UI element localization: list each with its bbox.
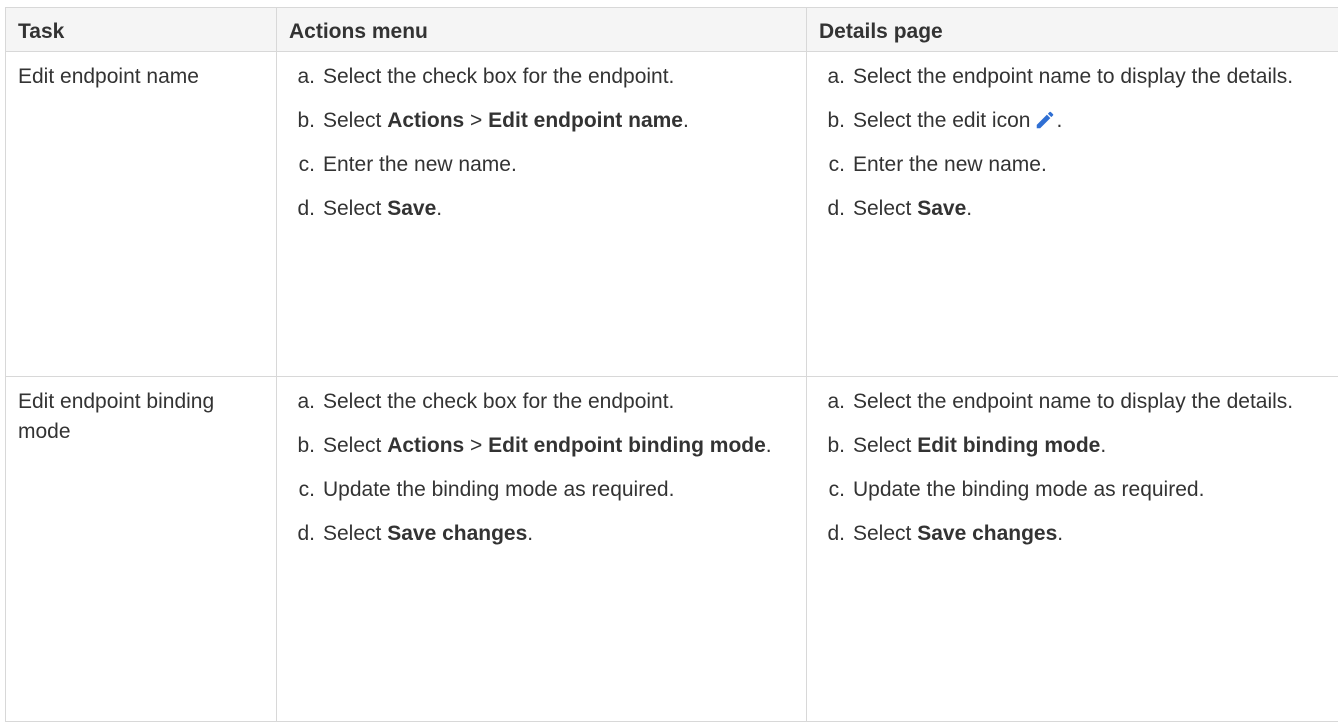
step-text-part: .: [683, 109, 689, 132]
step-text: Update the binding mode as required.: [323, 475, 794, 505]
step-marker: b.: [819, 431, 853, 461]
header-task: Task: [6, 8, 277, 52]
step-text-part: Select: [853, 434, 917, 457]
table-row: Edit endpoint binding mode a. Select the…: [6, 377, 1338, 722]
list-item: d. Select Save changes.: [819, 519, 1326, 549]
step-text: Select Save.: [853, 194, 1326, 224]
step-text: Select the check box for the endpoint.: [323, 387, 794, 417]
step-marker: d.: [819, 519, 853, 549]
step-text-part: .: [766, 434, 772, 457]
step-marker: a.: [289, 387, 323, 417]
step-marker: b.: [819, 106, 853, 136]
step-text: Select Save.: [323, 194, 794, 224]
list-item: d. Select Save changes.: [289, 519, 794, 549]
step-text: Select the endpoint name to display the …: [853, 387, 1326, 417]
step-text: Select the edit icon.: [853, 106, 1326, 136]
step-text-part: .: [1056, 109, 1062, 132]
step-text: Update the binding mode as required.: [853, 475, 1326, 505]
step-separator: >: [464, 434, 488, 457]
step-text-part: .: [1100, 434, 1106, 457]
step-marker: d.: [289, 519, 323, 549]
list-item: c. Update the binding mode as required.: [289, 475, 794, 505]
actions-menu-cell: a. Select the check box for the endpoint…: [277, 52, 807, 377]
step-text-part: Select: [323, 109, 387, 132]
step-list: a. Select the endpoint name to display t…: [819, 387, 1326, 549]
list-item: a. Select the endpoint name to display t…: [819, 62, 1326, 92]
step-marker: d.: [819, 194, 853, 224]
task-cell: Edit endpoint name: [6, 52, 277, 377]
step-marker: a.: [819, 62, 853, 92]
list-item: d. Select Save.: [289, 194, 794, 224]
step-text: Select Actions > Edit endpoint binding m…: [323, 431, 794, 461]
details-page-cell: a. Select the endpoint name to display t…: [807, 52, 1338, 377]
step-text: Select Actions > Edit endpoint name.: [323, 106, 794, 136]
step-marker: b.: [289, 431, 323, 461]
details-page-cell: a. Select the endpoint name to display t…: [807, 377, 1338, 722]
step-marker: d.: [289, 194, 323, 224]
step-text-part: Select the edit icon: [853, 109, 1030, 132]
ui-term-edit-binding-mode: Edit binding mode: [917, 434, 1100, 457]
header-actions-menu: Actions menu: [277, 8, 807, 52]
step-text: Enter the new name.: [323, 150, 794, 180]
step-marker: c.: [289, 475, 323, 505]
step-list: a. Select the endpoint name to display t…: [819, 62, 1326, 224]
ui-term-save: Save: [387, 197, 436, 220]
step-text: Select Edit binding mode.: [853, 431, 1326, 461]
procedure-table: Task Actions menu Details page Edit endp…: [5, 7, 1338, 722]
step-list: a. Select the check box for the endpoint…: [289, 62, 794, 224]
step-text-part: .: [966, 197, 972, 220]
task-cell: Edit endpoint binding mode: [6, 377, 277, 722]
step-list: a. Select the check box for the endpoint…: [289, 387, 794, 549]
step-text: Select Save changes.: [853, 519, 1326, 549]
step-marker: c.: [819, 150, 853, 180]
header-row: Task Actions menu Details page: [6, 8, 1338, 52]
ui-term-actions: Actions: [387, 434, 464, 457]
list-item: a. Select the endpoint name to display t…: [819, 387, 1326, 417]
list-item: a. Select the check box for the endpoint…: [289, 62, 794, 92]
step-text-part: Select: [323, 197, 387, 220]
pencil-edit-icon: [1034, 109, 1056, 131]
list-item: c. Enter the new name.: [819, 150, 1326, 180]
ui-term-save: Save: [917, 197, 966, 220]
step-text-part: .: [1057, 522, 1063, 545]
step-text-part: Select: [853, 197, 917, 220]
step-separator: >: [464, 109, 488, 132]
ui-term-edit-endpoint-name: Edit endpoint name: [488, 109, 683, 132]
step-text: Enter the new name.: [853, 150, 1326, 180]
ui-term-edit-endpoint-binding-mode: Edit endpoint binding mode: [488, 434, 766, 457]
ui-term-save-changes: Save changes: [387, 522, 527, 545]
list-item: b. Select Edit binding mode.: [819, 431, 1326, 461]
step-text: Select Save changes.: [323, 519, 794, 549]
list-item: b. Select Actions > Edit endpoint bindin…: [289, 431, 794, 461]
list-item: c. Update the binding mode as required.: [819, 475, 1326, 505]
header-details-page: Details page: [807, 8, 1338, 52]
actions-menu-cell: a. Select the check box for the endpoint…: [277, 377, 807, 722]
step-text-part: Select: [853, 522, 917, 545]
step-text: Select the check box for the endpoint.: [323, 62, 794, 92]
list-item: a. Select the check box for the endpoint…: [289, 387, 794, 417]
step-text-part: Select: [323, 434, 387, 457]
ui-term-actions: Actions: [387, 109, 464, 132]
list-item: b. Select Actions > Edit endpoint name.: [289, 106, 794, 136]
step-text-part: .: [527, 522, 533, 545]
list-item: c. Enter the new name.: [289, 150, 794, 180]
ui-term-save-changes: Save changes: [917, 522, 1057, 545]
step-marker: a.: [819, 387, 853, 417]
list-item: b. Select the edit icon.: [819, 106, 1326, 136]
step-marker: b.: [289, 106, 323, 136]
step-marker: a.: [289, 62, 323, 92]
step-text: Select the endpoint name to display the …: [853, 62, 1326, 92]
step-text-part: Select: [323, 522, 387, 545]
table-row: Edit endpoint name a. Select the check b…: [6, 52, 1338, 377]
list-item: d. Select Save.: [819, 194, 1326, 224]
step-text-part: .: [436, 197, 442, 220]
step-marker: c.: [819, 475, 853, 505]
step-marker: c.: [289, 150, 323, 180]
